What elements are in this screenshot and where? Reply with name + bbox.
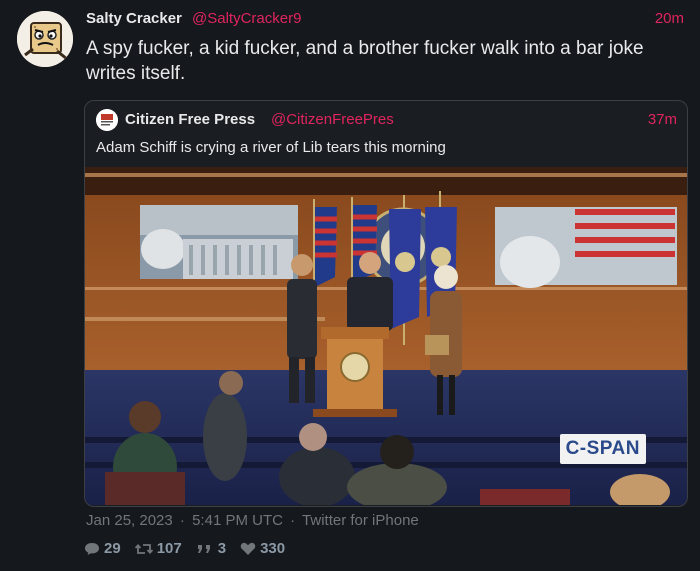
quoted-post-time[interactable]: 37m <box>648 111 677 128</box>
post-date[interactable]: Jan 25, 2023 <box>86 512 173 529</box>
cspan-watermark: C-SPAN <box>559 434 646 464</box>
quote-count: 3 <box>217 540 227 557</box>
tweet-text: A spy fucker, a kid fucker, and a brothe… <box>86 38 644 84</box>
quoted-tweet[interactable]: Citizen Free Press @CitizenFreePres 37m … <box>84 100 688 507</box>
author-avatar[interactable] <box>17 11 73 67</box>
reply-button[interactable]: 29 <box>84 540 121 557</box>
quote-tweet-button[interactable]: 3 <box>196 540 226 557</box>
quoted-media-image[interactable]: C-SPAN <box>85 167 687 505</box>
quoted-author-handle[interactable]: @CitizenFreePres <box>271 111 394 128</box>
retweet-count: 107 <box>156 540 182 557</box>
retweet-button[interactable]: 107 <box>134 540 182 557</box>
speech-bubble-icon <box>85 542 99 555</box>
quoted-avatar[interactable] <box>96 109 118 131</box>
cracker-cartoon-icon <box>17 11 73 67</box>
reply-count: 29 <box>104 540 121 557</box>
like-count: 330 <box>260 540 286 557</box>
quoted-tweet-text: Adam Schiff is crying a river of Lib tea… <box>96 139 446 156</box>
tweet-actions: 29 107 3 330 <box>84 540 299 557</box>
quoted-author-name[interactable]: Citizen Free Press <box>125 111 255 128</box>
like-button[interactable]: 330 <box>240 540 285 557</box>
tweet-metadata: Jan 25, 2023 · 5:41 PM UTC · Twitter for… <box>86 512 422 529</box>
retweet-icon <box>134 543 153 554</box>
author-name[interactable]: Salty Cracker <box>86 10 182 27</box>
post-time[interactable]: 20m <box>655 10 684 27</box>
meta-separator: · <box>290 512 296 529</box>
post-source: Twitter for iPhone <box>302 512 419 529</box>
author-handle[interactable]: @SaltyCracker9 <box>192 10 301 27</box>
heart-icon <box>240 542 256 555</box>
news-logo-icon <box>96 109 118 131</box>
quote-icon <box>197 544 210 553</box>
post-clock-time[interactable]: 5:41 PM UTC <box>192 512 283 529</box>
meta-separator: · <box>179 512 185 529</box>
